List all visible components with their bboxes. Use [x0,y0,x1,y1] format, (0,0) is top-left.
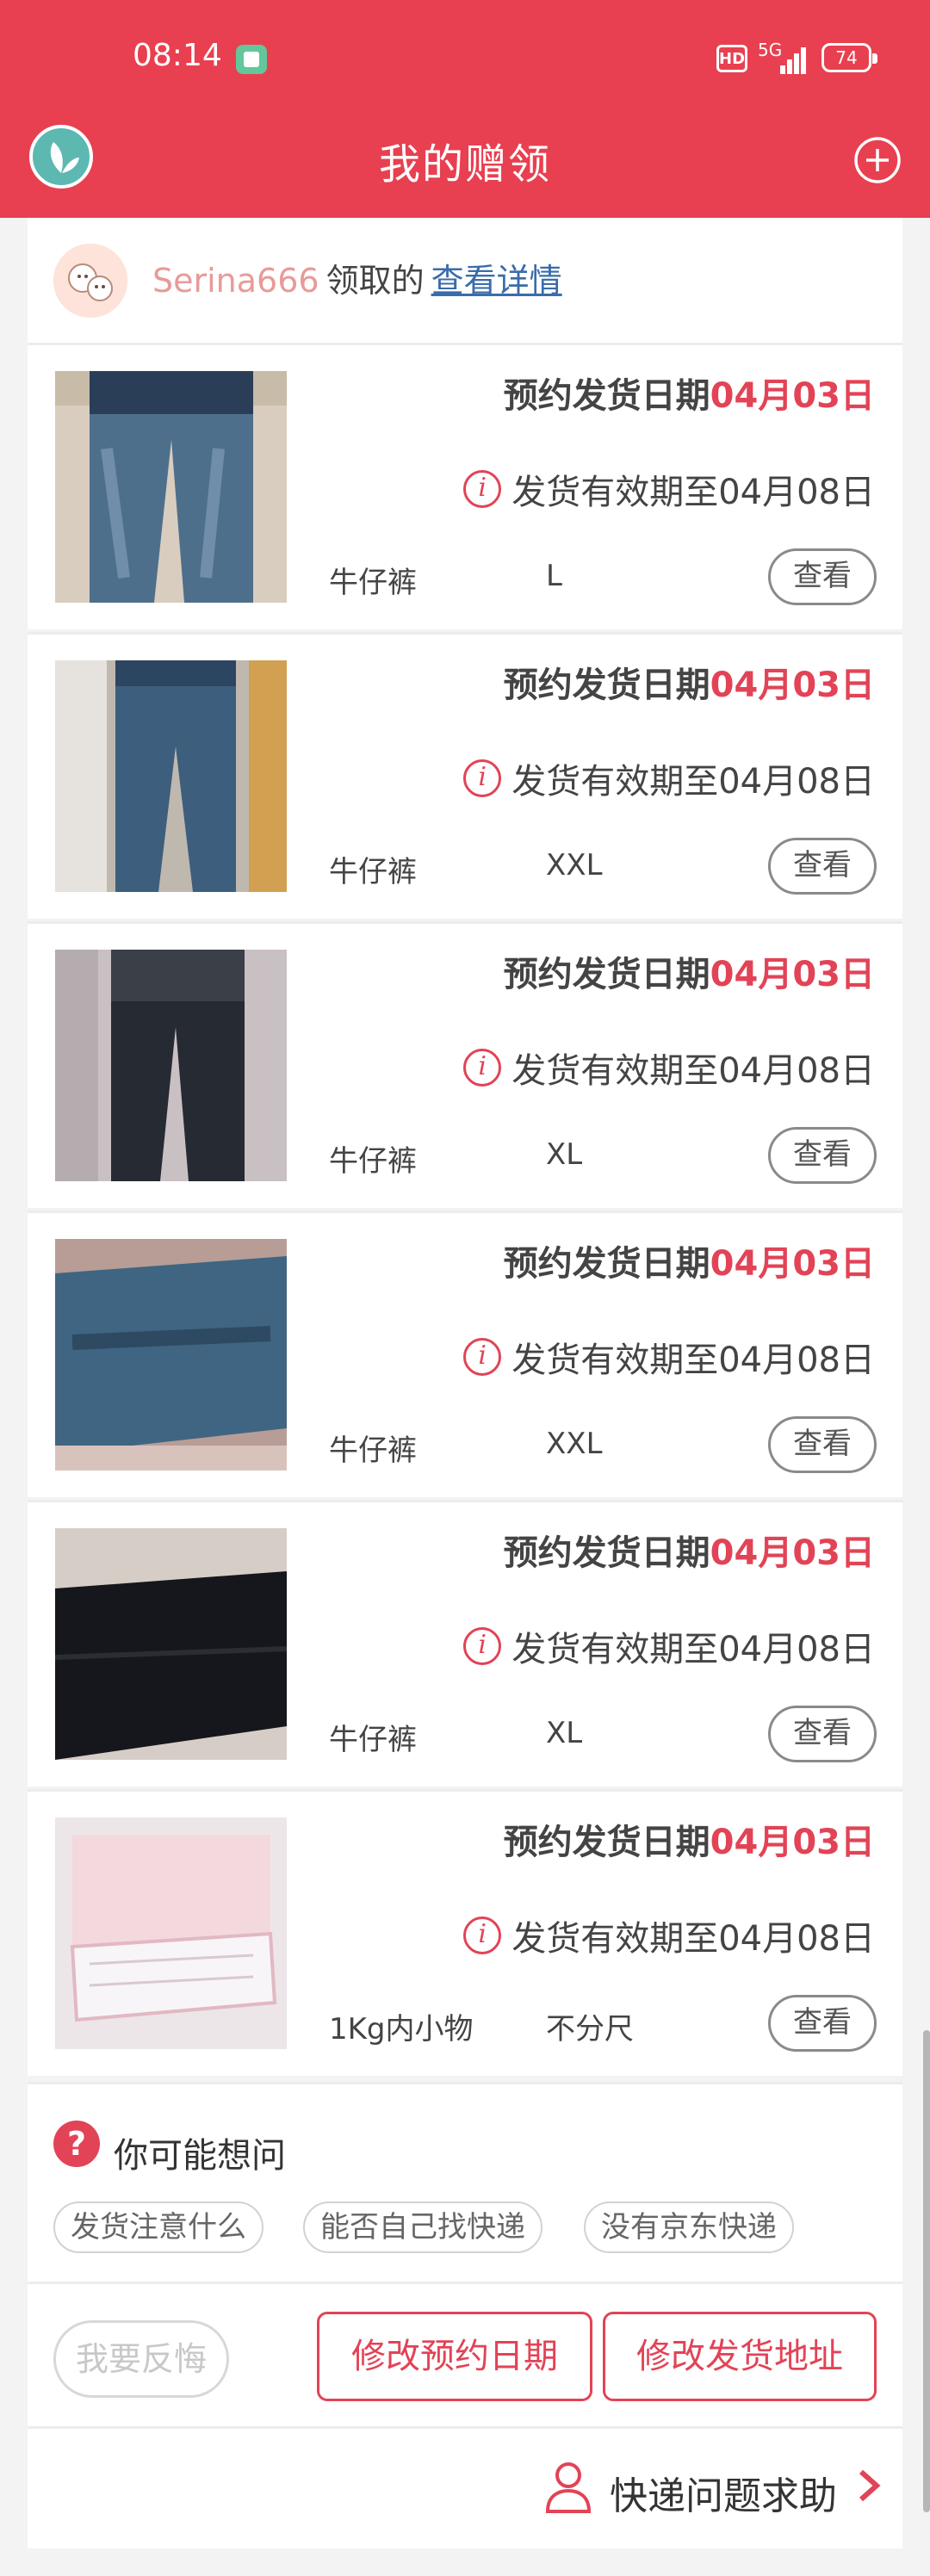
status-time: 08:14 [133,38,222,73]
item-photo[interactable] [55,1817,287,2049]
view-button[interactable]: 查看 [768,548,877,605]
valid-period: i 发货有效期至04月08日 [463,753,875,803]
faq-title: 你可能想问 [114,2136,286,2176]
item-photo[interactable] [55,1239,287,1471]
top-bar: 08:14 HD 5G 74 我的赠领 [0,0,930,218]
courier-help-label: 快递问题求助 [610,2474,837,2518]
item-category: 1Kg内小物 [329,2012,474,2047]
avatar[interactable] [53,244,127,318]
info-icon: i [463,1917,502,1954]
item-category: 牛仔裤 [329,1144,417,1179]
list-item: 预约发货日期04月03日 i 发货有效期至04月08日 1Kg内小物 不分尺 查看 [28,1789,902,2076]
valid-period: i 发货有效期至04月08日 [463,1910,875,1960]
item-photo[interactable] [55,950,287,1181]
valid-period: i 发货有效期至04月08日 [463,1621,875,1671]
page-title: 我的赠领 [378,140,551,189]
view-button[interactable]: 查看 [768,1706,877,1762]
status-bar: 08:14 HD 5G 74 [0,0,930,116]
faq-chip[interactable]: 没有京东快递 [584,2201,794,2253]
view-button[interactable]: 查看 [768,1416,877,1473]
info-icon: i [463,1627,502,1665]
view-details-link[interactable]: 查看详情 [431,262,562,300]
nav-bar: 我的赠领 [0,116,930,218]
change-date-button[interactable]: 修改预约日期 [317,2312,592,2401]
info-icon: i [463,1049,502,1087]
giver-username[interactable]: Serina666 [152,262,319,300]
signal-icon [775,45,806,74]
list-item: 预约发货日期04月03日 i 发货有效期至04月08日 牛仔裤 L 查看 [28,343,902,629]
giver-line: Serina666 领取的 查看详情 [152,254,562,301]
ship-date: 预约发货日期04月03日 [503,1244,875,1284]
faq-section: ? 你可能想问 发货注意什么 能否自己找快递 没有京东快递 [28,2082,902,2282]
valid-period: i 发货有效期至04月08日 [463,1043,875,1093]
info-icon: i [463,1338,502,1376]
notification-app-icon [236,45,267,74]
view-button[interactable]: 查看 [768,838,877,895]
item-photo[interactable] [55,371,287,603]
info-icon: i [463,759,502,797]
ship-date: 预约发货日期04月03日 [503,376,875,416]
ship-date: 预约发货日期04月03日 [503,1823,875,1862]
giver-label: 领取的 [326,262,425,300]
plus-circle-icon[interactable] [852,135,902,185]
item-size: 不分尺 [546,2012,634,2047]
question-icon: ? [53,2121,100,2167]
item-photo[interactable] [55,660,287,892]
ship-date: 预约发货日期04月03日 [503,1533,875,1573]
battery-icon: 74 [822,43,877,72]
giver-row: Serina666 领取的 查看详情 [28,218,902,343]
item-category: 牛仔裤 [329,566,417,600]
valid-period: i 发货有效期至04月08日 [463,464,875,514]
faq-chip[interactable]: 能否自己找快递 [303,2201,542,2253]
scrollbar[interactable] [923,2030,930,2512]
list-item: 预约发货日期04月03日 i 发货有效期至04月08日 牛仔裤 XL 查看 [28,1500,902,1786]
item-category: 牛仔裤 [329,855,417,889]
info-icon: i [463,470,502,508]
item-size: XL [546,1137,583,1172]
regret-button[interactable]: 我要反悔 [53,2320,229,2398]
hd-icon: HD [716,45,747,72]
change-address-button[interactable]: 修改发货地址 [603,2312,877,2401]
person-icon [545,2462,592,2513]
chevron-right-icon [859,2469,881,2502]
item-category: 牛仔裤 [329,1723,417,1757]
ship-date: 预约发货日期04月03日 [503,666,875,705]
valid-period: i 发货有效期至04月08日 [463,1332,875,1382]
view-button[interactable]: 查看 [768,1995,877,2052]
item-photo[interactable] [55,1528,287,1760]
item-size: XXL [546,848,603,882]
item-size: L [546,559,562,593]
item-size: XXL [546,1427,603,1461]
item-size: XL [546,1716,583,1750]
list-item: 预约发货日期04月03日 i 发货有效期至04月08日 牛仔裤 XL 查看 [28,921,902,1208]
item-category: 牛仔裤 [329,1434,417,1468]
courier-help-row[interactable]: 快递问题求助 [28,2426,902,2548]
view-button[interactable]: 查看 [768,1127,877,1184]
ship-date: 预约发货日期04月03日 [503,955,875,994]
list-item: 预约发货日期04月03日 i 发货有效期至04月08日 牛仔裤 XXL 查看 [28,632,902,919]
action-bar: 我要反悔 修改预约日期 修改发货地址 [28,2282,902,2426]
list-item: 预约发货日期04月03日 i 发货有效期至04月08日 牛仔裤 XXL 查看 [28,1211,902,1497]
faq-chip[interactable]: 发货注意什么 [53,2201,264,2253]
